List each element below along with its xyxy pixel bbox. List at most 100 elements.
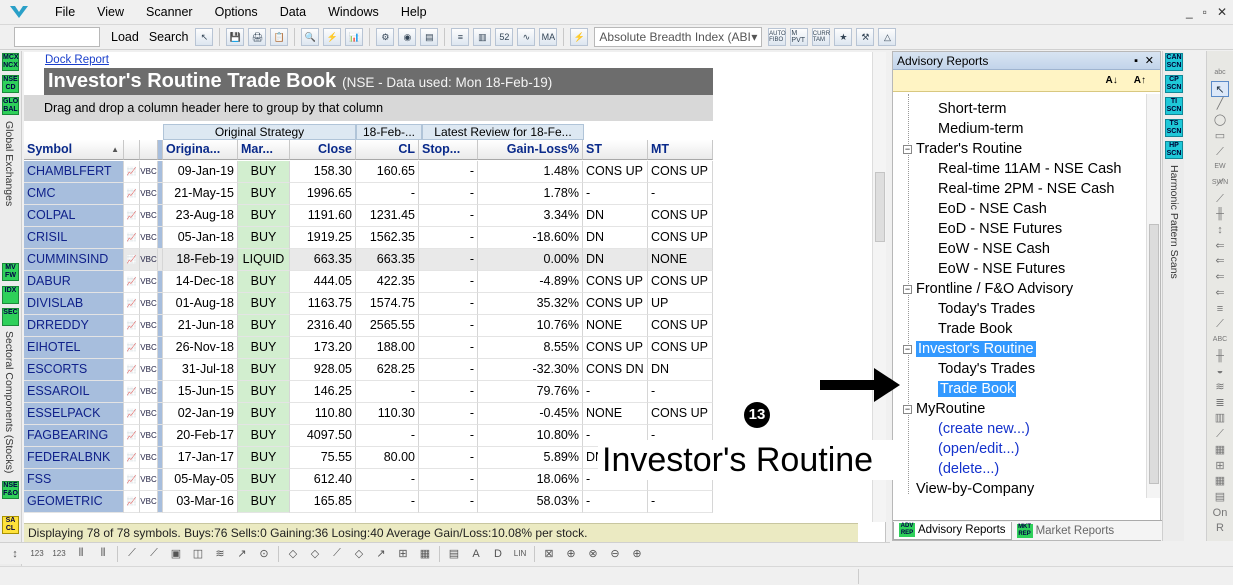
- tree-item[interactable]: Trade Book: [938, 319, 1012, 339]
- chart-link-icon[interactable]: 📈: [124, 403, 140, 425]
- drawing-tool-icon[interactable]: ⟋: [1211, 144, 1229, 160]
- triangle-icon[interactable]: △: [878, 28, 897, 46]
- menu-file[interactable]: File: [44, 5, 86, 19]
- bottom-tool-icon[interactable]: 123: [51, 547, 67, 561]
- chart-link-icon[interactable]: 📈: [124, 227, 140, 249]
- close-button[interactable]: ✕: [1217, 5, 1227, 19]
- column-header-market[interactable]: Mar...: [238, 140, 290, 160]
- market-view-badge[interactable]: MV FW: [2, 263, 19, 281]
- collapse-icon[interactable]: −: [903, 404, 912, 414]
- chart-link-icon[interactable]: 📈: [124, 337, 140, 359]
- group-by-bar[interactable]: Drag and drop a column header here to gr…: [24, 95, 713, 121]
- bottom-tool-icon[interactable]: ⊠: [541, 547, 557, 561]
- table-row[interactable]: ESCORTS 📈 VBC 31-Jul-18 BUY 928.05 628.25- -32.…: [24, 359, 713, 381]
- vbc-link-icon[interactable]: VBC: [140, 469, 158, 491]
- drawing-tool-icon[interactable]: ≣: [1211, 395, 1229, 411]
- nse-cd-badge[interactable]: NSE CD: [2, 75, 19, 93]
- table-row[interactable]: DIVISLAB 📈 VBC 01-Aug-18 BUY 1163.75 1574.75-3…: [24, 293, 713, 315]
- technical-indicator-scan-badge[interactable]: TI SCN: [1165, 97, 1183, 115]
- vbc-link-icon[interactable]: VBC: [140, 183, 158, 205]
- tree-item[interactable]: EoW - NSE Futures: [938, 259, 1065, 279]
- dock-report-link[interactable]: Dock Report: [45, 54, 109, 66]
- index-badge[interactable]: IDX: [2, 286, 19, 304]
- tree-item[interactable]: − Trader's Routine: [903, 139, 1022, 159]
- ma-icon[interactable]: MA: [539, 28, 558, 46]
- pointer-tool-icon[interactable]: ↖: [1211, 80, 1229, 97]
- bottom-tool-icon[interactable]: ◇: [285, 547, 301, 561]
- auto-fibo-icon[interactable]: AUTO FIBO: [768, 28, 787, 46]
- bottom-tool-icon[interactable]: ⊖: [607, 547, 623, 561]
- drawing-tool-icon[interactable]: ╫: [1211, 206, 1229, 222]
- bottom-tool-icon[interactable]: ↕: [7, 547, 23, 561]
- chart-link-icon[interactable]: 📈: [124, 491, 140, 513]
- chart-type-icon[interactable]: 📊: [345, 28, 364, 46]
- bottom-tool-icon[interactable]: ↗: [234, 547, 250, 561]
- cursor-tool-icon[interactable]: ↖: [195, 28, 214, 46]
- chart-link-icon[interactable]: 📈: [124, 205, 140, 227]
- cell-symbol[interactable]: DIVISLAB: [24, 293, 124, 315]
- pivot-icon[interactable]: M PVT: [790, 28, 809, 46]
- tab-market-reports[interactable]: MKT REP Market Reports: [1012, 522, 1120, 540]
- scanner-icon[interactable]: ⚡: [323, 28, 342, 46]
- bottom-tool-icon[interactable]: ⟋: [124, 547, 140, 561]
- drawing-tool-icon[interactable]: ⇐: [1211, 269, 1229, 285]
- menu-help[interactable]: Help: [390, 5, 438, 19]
- bottom-tool-icon[interactable]: ⫴: [95, 547, 111, 561]
- table-row[interactable]: ESSELPACK 📈 VBC 02-Jan-19 BUY 110.80 110.30- -0…: [24, 403, 713, 425]
- table-row[interactable]: ESSAROIL 📈 VBC 15-Jun-15 BUY 146.25- -79.76% - -: [24, 381, 713, 403]
- tree-item[interactable]: EoD - NSE Futures: [938, 219, 1062, 239]
- bottom-tool-icon[interactable]: ▣: [168, 547, 184, 561]
- drawing-tool-icon[interactable]: ⟋: [1211, 191, 1229, 207]
- nse-fno-badge[interactable]: NSE F&O: [2, 481, 19, 499]
- volume-icon[interactable]: ▥: [473, 28, 492, 46]
- drawing-tool-icon[interactable]: ⇐: [1211, 253, 1229, 269]
- bottom-tool-icon[interactable]: ▦: [417, 547, 433, 561]
- tree-item[interactable]: − MyRoutine: [903, 399, 985, 419]
- table-row[interactable]: DABUR 📈 VBC 14-Dec-18 BUY 444.05 422.35- -4.89%…: [24, 271, 713, 293]
- tree-item[interactable]: EoD - NSE Cash: [938, 199, 1047, 219]
- drawing-tool-icon[interactable]: ▭: [1211, 128, 1229, 144]
- drawing-tool-icon[interactable]: ⇐: [1211, 238, 1229, 254]
- tree-item[interactable]: Medium-term: [938, 119, 1023, 139]
- tree-item[interactable]: Short-term: [938, 99, 1007, 119]
- cell-symbol[interactable]: FEDERALBNK: [24, 447, 124, 469]
- symbol-input[interactable]: [14, 27, 100, 47]
- vbc-link-icon[interactable]: VBC: [140, 447, 158, 469]
- advisory-scroll-thumb[interactable]: [1149, 224, 1159, 484]
- vbc-link-icon[interactable]: VBC: [140, 249, 158, 271]
- cell-symbol[interactable]: CHAMBLFERT: [24, 161, 124, 183]
- vbc-link-icon[interactable]: VBC: [140, 403, 158, 425]
- drawing-tool-icon[interactable]: EW SWN: [1211, 159, 1229, 186]
- 52wk-icon[interactable]: 52: [495, 28, 514, 46]
- vbc-link-icon[interactable]: VBC: [140, 205, 158, 227]
- sort-za-icon[interactable]: A↑: [1134, 75, 1146, 86]
- chart-pattern-scan-badge[interactable]: CP SCN: [1165, 75, 1183, 93]
- global-exchanges-label[interactable]: Global Exchanges: [3, 121, 15, 206]
- drawing-tool-icon[interactable]: ▥: [1211, 410, 1229, 426]
- menu-windows[interactable]: Windows: [317, 5, 390, 19]
- harmonic-pattern-scan-badge[interactable]: HP SCN: [1165, 141, 1183, 159]
- tree-item[interactable]: Trade Book: [938, 379, 1017, 399]
- cell-symbol[interactable]: FSS: [24, 469, 124, 491]
- column-header-original[interactable]: Origina...: [163, 140, 238, 160]
- table-row[interactable]: CRISIL 📈 VBC 05-Jan-18 BUY 1919.25 1562.35- -18…: [24, 227, 713, 249]
- search-button[interactable]: Search: [144, 30, 194, 44]
- tree-item[interactable]: (delete...): [938, 459, 999, 479]
- drawing-tool-icon[interactable]: On: [1211, 505, 1229, 521]
- menu-data[interactable]: Data: [269, 5, 317, 19]
- vbc-link-icon[interactable]: VBC: [140, 381, 158, 403]
- drawing-tool-icon[interactable]: ╱: [1211, 96, 1229, 112]
- bottom-tool-icon[interactable]: ⟋: [329, 547, 345, 561]
- vbc-link-icon[interactable]: VBC: [140, 161, 158, 183]
- drawing-tool-icon[interactable]: ◯: [1211, 112, 1229, 128]
- cell-symbol[interactable]: DABUR: [24, 271, 124, 293]
- bottom-tool-icon[interactable]: ↗: [373, 547, 389, 561]
- menu-view[interactable]: View: [86, 5, 135, 19]
- panel-close-icon[interactable]: ✕: [1145, 52, 1154, 70]
- bottom-tool-icon[interactable]: ▤: [446, 547, 462, 561]
- bottom-tool-icon[interactable]: ◫: [190, 547, 206, 561]
- bottom-tool-icon[interactable]: 123: [29, 547, 45, 561]
- star-icon[interactable]: ★: [834, 28, 853, 46]
- advisory-scrollbar[interactable]: [1146, 94, 1160, 498]
- menu-scanner[interactable]: Scanner: [135, 5, 204, 19]
